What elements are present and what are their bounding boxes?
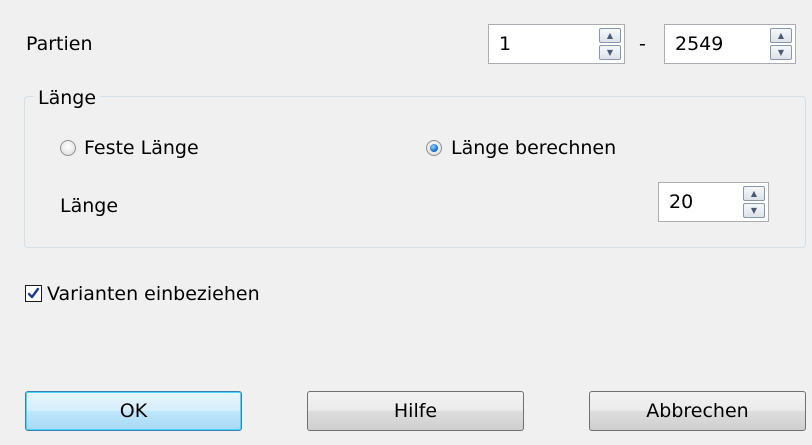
laenge-spinbox[interactable]: 20 ▲ ▼ xyxy=(658,182,769,222)
cancel-button[interactable]: Abbrechen xyxy=(589,391,806,431)
laenge-value[interactable]: 20 xyxy=(669,190,693,214)
laenge-spin-arrows[interactable]: ▲ ▼ xyxy=(743,186,765,218)
radio-laenge-berechnen[interactable] xyxy=(426,140,442,156)
varianten-checkbox[interactable] xyxy=(25,285,42,302)
partien-from-spinbox[interactable]: 1 ▲ ▼ xyxy=(488,24,625,64)
spin-up-icon[interactable]: ▲ xyxy=(599,28,621,43)
checkmark-icon xyxy=(27,287,40,299)
spin-up-icon[interactable]: ▲ xyxy=(770,28,792,43)
partien-from-value[interactable]: 1 xyxy=(499,32,511,56)
partien-to-spinbox[interactable]: 2549 ▲ ▼ xyxy=(664,24,796,64)
partien-to-value[interactable]: 2549 xyxy=(675,32,723,56)
radio-feste-laenge-label[interactable]: Feste Länge xyxy=(84,136,199,160)
laenge-group-title: Länge xyxy=(34,86,101,110)
help-button[interactable]: Hilfe xyxy=(307,391,524,431)
partien-label: Partien xyxy=(26,33,93,55)
spin-down-icon[interactable]: ▼ xyxy=(743,203,765,218)
ok-button[interactable]: OK xyxy=(25,391,242,431)
radio-laenge-berechnen-label[interactable]: Länge berechnen xyxy=(451,136,616,160)
partien-from-spin-arrows[interactable]: ▲ ▼ xyxy=(599,28,621,60)
range-separator: - xyxy=(639,33,646,55)
partien-to-spin-arrows[interactable]: ▲ ▼ xyxy=(770,28,792,60)
varianten-label[interactable]: Varianten einbeziehen xyxy=(47,282,260,306)
spin-up-icon[interactable]: ▲ xyxy=(743,186,765,201)
laenge-groupbox xyxy=(24,96,806,248)
spin-down-icon[interactable]: ▼ xyxy=(770,45,792,60)
radio-feste-laenge[interactable] xyxy=(60,140,76,156)
laenge-label: Länge xyxy=(60,195,119,217)
spin-down-icon[interactable]: ▼ xyxy=(599,45,621,60)
